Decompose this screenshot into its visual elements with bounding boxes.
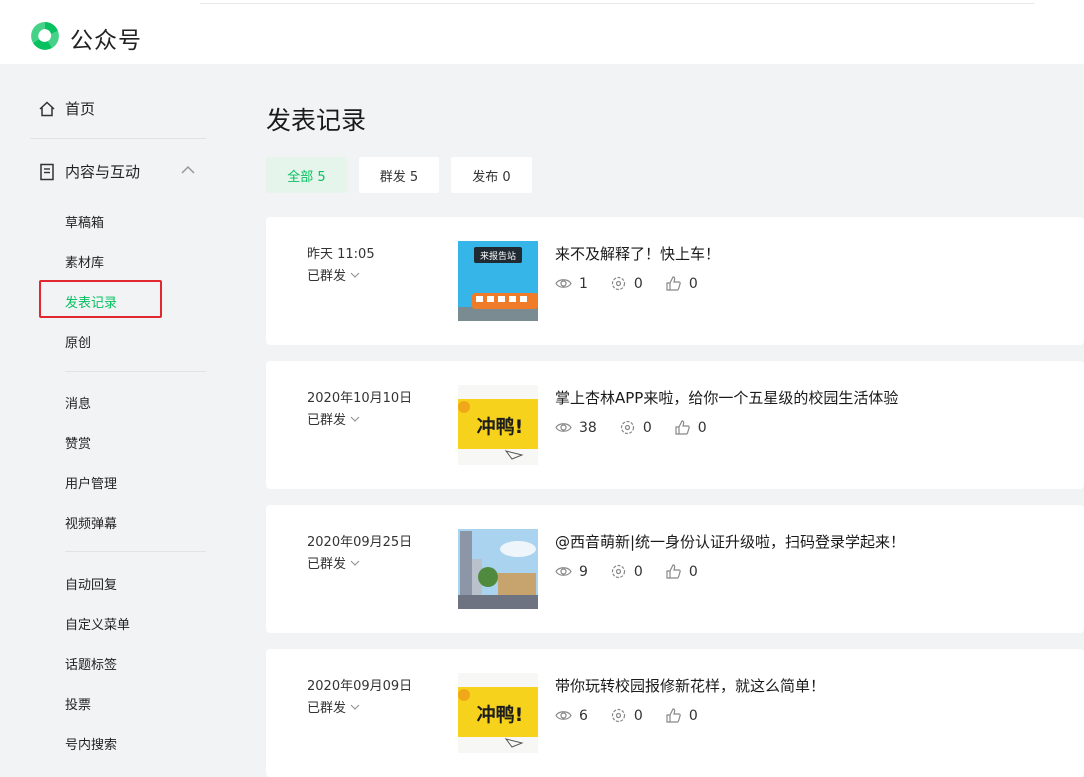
app-title: 公众号 xyxy=(70,28,142,54)
likes-count: 0 xyxy=(688,707,698,724)
record-date: 2020年09月25日 xyxy=(307,535,413,550)
record-date: 昨天 11:05 xyxy=(307,247,375,262)
sidebar-item-custom-menu[interactable]: 自定义菜单 xyxy=(65,614,130,633)
sidebar-item-messages[interactable]: 消息 xyxy=(65,393,91,412)
article-thumbnail-chongya[interactable]: 冲鸭! xyxy=(458,673,538,753)
record-date: 2020年10月10日 xyxy=(307,391,413,406)
article-title[interactable]: 掌上杏林APP来啦，给你一个五星级的校园生活体验 xyxy=(555,387,898,408)
views-count: 38 xyxy=(579,419,597,436)
sidebar-divider xyxy=(65,371,206,372)
record-status: 已群发 xyxy=(307,701,347,716)
record-date: 2020年09月09日 xyxy=(307,679,413,694)
chevron-down-icon xyxy=(350,704,360,710)
views-count: 9 xyxy=(579,563,588,580)
record-status: 已群发 xyxy=(307,269,347,284)
views-count: 1 xyxy=(579,275,588,292)
wechat-official-logo-icon xyxy=(28,19,62,57)
likes-count: 0 xyxy=(688,563,698,580)
sidebar-divider xyxy=(65,551,206,552)
sidebar-item-video-danmaku[interactable]: 视频弹幕 xyxy=(65,513,117,532)
sidebar-item-original[interactable]: 原创 xyxy=(65,332,91,351)
sidebar-item-auto-reply[interactable]: 自动回复 xyxy=(65,574,117,593)
record-status-dropdown[interactable]: 已群发 xyxy=(307,265,360,284)
chevron-up-icon[interactable] xyxy=(180,165,196,175)
eye-icon xyxy=(555,567,572,576)
thumbs-up-icon xyxy=(666,564,681,579)
record-status-dropdown[interactable]: 已群发 xyxy=(307,697,360,716)
sidebar-divider xyxy=(30,138,206,139)
article-thumbnail-chongya[interactable]: 冲鸭! xyxy=(458,385,538,465)
top-bar: 公众号 xyxy=(0,0,1084,64)
sidebar-item-search[interactable]: 号内搜索 xyxy=(65,734,117,753)
eye-icon xyxy=(555,423,572,432)
thumbs-up-icon xyxy=(675,420,690,435)
sidebar-item-vote[interactable]: 投票 xyxy=(65,694,91,713)
sidebar-item-topic-tags[interactable]: 话题标签 xyxy=(65,654,117,673)
tab-all[interactable]: 全部 5 xyxy=(266,157,347,193)
sidebar-item-drafts[interactable]: 草稿箱 xyxy=(65,212,104,231)
share-icon xyxy=(611,564,626,579)
share-icon xyxy=(611,276,626,291)
article-title[interactable]: 带你玩转校园报修新花样，就这么简单！ xyxy=(555,675,825,696)
record-card[interactable]: 2020年10月10日 已群发 冲鸭! 掌上杏林APP来啦，给你一个五星级的校园… xyxy=(266,361,1084,489)
record-status-dropdown[interactable]: 已群发 xyxy=(307,553,360,572)
page-title: 发表记录 xyxy=(266,106,367,135)
sidebar-item-materials[interactable]: 素材库 xyxy=(65,252,104,271)
article-title[interactable]: @西音萌新|统一身份认证升级啦，扫码登录学起来！ xyxy=(555,531,905,552)
eye-icon xyxy=(555,711,572,720)
sidebar-item-content[interactable]: 内容与互动 xyxy=(38,161,140,182)
article-thumbnail-train[interactable]: 来报告站 xyxy=(458,241,538,321)
thumbs-up-icon xyxy=(666,276,681,291)
record-status: 已群发 xyxy=(307,557,347,572)
share-icon xyxy=(611,708,626,723)
home-icon xyxy=(38,100,56,118)
article-stats: 1 0 0 xyxy=(555,275,720,292)
thumbnail-sign-text: 来报告站 xyxy=(480,250,516,262)
record-card[interactable]: 2020年09月09日 已群发 冲鸭! 带你玩转校园报修新花样，就这么简单！ 6… xyxy=(266,649,1084,777)
likes-count: 0 xyxy=(688,275,698,292)
shares-count: 0 xyxy=(633,563,643,580)
sidebar-home-label: 首页 xyxy=(65,100,96,118)
record-card[interactable]: 昨天 11:05 已群发 来报告站 来不及解释了！快上车！ 1 0 0 xyxy=(266,217,1084,345)
record-status: 已群发 xyxy=(307,413,347,428)
article-stats: 38 0 0 xyxy=(555,419,729,436)
thumbnail-text: 冲鸭! xyxy=(477,703,524,726)
chevron-down-icon xyxy=(350,272,360,278)
sidebar-item-rewards[interactable]: 赞赏 xyxy=(65,433,91,452)
top-strip xyxy=(200,0,1034,4)
views-count: 6 xyxy=(579,707,588,724)
sidebar-item-user-management[interactable]: 用户管理 xyxy=(65,473,117,492)
article-title[interactable]: 来不及解释了！快上车！ xyxy=(555,243,720,264)
document-icon xyxy=(38,163,56,181)
shares-count: 0 xyxy=(633,707,643,724)
tab-publish[interactable]: 发布 0 xyxy=(451,157,532,193)
active-item-highlight-box xyxy=(39,280,162,318)
thumbs-up-icon xyxy=(666,708,681,723)
share-icon xyxy=(620,420,634,435)
article-thumbnail-campus[interactable] xyxy=(458,529,538,609)
sidebar: 首页 内容与互动 草稿箱 素材库 发表记录 原创 消息 赞赏 用户管理 视频弹幕… xyxy=(0,64,236,756)
chevron-down-icon xyxy=(350,416,360,422)
sidebar-content-label: 内容与互动 xyxy=(65,163,141,181)
record-status-dropdown[interactable]: 已群发 xyxy=(307,409,360,428)
thumbnail-text: 冲鸭! xyxy=(477,415,524,438)
likes-count: 0 xyxy=(697,419,707,436)
article-stats: 6 0 0 xyxy=(555,707,720,724)
shares-count: 0 xyxy=(633,275,643,292)
chevron-down-icon xyxy=(350,560,360,566)
tab-mass-send[interactable]: 群发 5 xyxy=(359,157,439,193)
article-stats: 9 0 0 xyxy=(555,563,720,580)
sidebar-item-home[interactable]: 首页 xyxy=(38,98,95,119)
brand-logo[interactable]: 公众号 xyxy=(28,19,142,57)
record-card[interactable]: 2020年09月25日 已群发 @西音萌新|统一身份认证升级啦，扫码登录学起来！… xyxy=(266,505,1084,633)
eye-icon xyxy=(555,279,572,288)
shares-count: 0 xyxy=(642,419,652,436)
